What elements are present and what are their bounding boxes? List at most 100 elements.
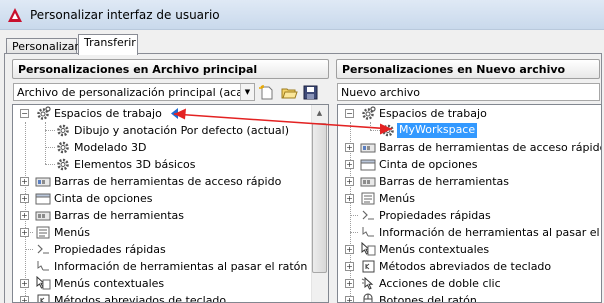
tree-node-label: Información de herramientas al pasar el … — [54, 260, 308, 273]
tree-node-informacion-herramientas[interactable]: Información de herramientas al pasar el … — [13, 258, 307, 275]
right-file-select-value: Nuevo archivo — [341, 86, 421, 99]
expand-icon[interactable]: + — [345, 245, 354, 254]
title-bar: Personalizar interfaz de usuario — [0, 0, 604, 30]
menu-icon — [361, 192, 375, 205]
left-tree[interactable]: − Espacios de trabajo Dibujo y anotación… — [12, 104, 329, 303]
tree-node-espacios-de-trabajo[interactable]: − Espacios de trabajo — [13, 105, 303, 122]
tree-node-label: Menús contextuales — [379, 243, 490, 256]
left-file-select[interactable]: Archivo de personalización principal (ac… — [13, 83, 255, 101]
rollover-icon — [37, 261, 49, 271]
open-file-icon[interactable] — [280, 84, 298, 101]
tab-bar: Personalizar Transferir — [0, 30, 604, 55]
quick-properties-icon — [362, 210, 374, 220]
chevron-down-icon[interactable]: ▼ — [240, 84, 254, 100]
tree-node-label: Menús contextuales — [54, 277, 165, 290]
tab-transferir[interactable]: Transferir — [78, 34, 138, 55]
shortcut-menu-icon — [361, 242, 376, 256]
autocad-logo-icon — [8, 8, 22, 22]
expand-icon[interactable]: + — [345, 296, 354, 302]
scroll-up-icon[interactable]: ▲ — [311, 105, 328, 122]
tree-node-barras-acceso-rapido[interactable]: + Barras de herramientas de acceso rápid… — [13, 173, 303, 190]
tree-node-metodos-abreviados[interactable]: + Métodos abreviados de teclado — [13, 292, 303, 303]
expand-icon[interactable]: + — [345, 262, 354, 271]
tree-node-workspace[interactable]: Dibujo y anotación Por defecto (actual) — [13, 122, 303, 139]
tree-node-barras-de-herramientas[interactable]: + Barras de herramientas — [13, 207, 303, 224]
tree-node-acciones-doble-clic[interactable]: + Acciones de doble clic — [338, 275, 601, 292]
mouse-buttons-icon — [363, 293, 373, 302]
tree-node-menus-contextuales[interactable]: + Menús contextuales — [13, 275, 303, 292]
tree-node-propiedades-rapidas[interactable]: Propiedades rápidas — [338, 207, 601, 224]
tree-node-label: Menús — [379, 192, 415, 205]
toolbar-icon — [360, 177, 376, 187]
tree-node-label: Información de herramientas al pasar el … — [379, 226, 601, 239]
expand-icon[interactable]: + — [20, 194, 29, 203]
tree-node-label: Barras de herramientas — [379, 175, 509, 188]
tree-node-label-selected: MyWorkspace — [397, 123, 478, 138]
tree-node-workspace[interactable]: Elementos 3D básicos — [13, 156, 303, 173]
expand-icon[interactable]: + — [20, 211, 29, 220]
tree-node-label: Botones del ratón — [379, 294, 477, 303]
save-icon[interactable] — [302, 84, 320, 101]
tree-node-barras-acceso-rapido[interactable]: + Barras de herramientas de acceso rápid… — [338, 139, 601, 156]
tree-node-label: Cinta de opciones — [379, 158, 478, 171]
tree-node-propiedades-rapidas[interactable]: Propiedades rápidas — [13, 241, 303, 258]
expand-icon[interactable]: + — [20, 177, 29, 186]
collapse-icon[interactable]: − — [20, 109, 29, 118]
expand-icon[interactable]: + — [345, 160, 354, 169]
tree-node-myworkspace[interactable]: MyWorkspace — [338, 122, 601, 139]
tree-node-label: Dibujo y anotación Por defecto (actual) — [74, 124, 289, 137]
gear-icon — [57, 158, 69, 171]
tree-node-workspace[interactable]: Modelado 3D — [13, 139, 303, 156]
tree-node-menus-contextuales[interactable]: + Menús contextuales — [338, 241, 601, 258]
tree-node-menus[interactable]: + Menús — [13, 224, 303, 241]
expand-icon[interactable]: + — [20, 279, 29, 288]
tree-node-cinta-de-opciones[interactable]: + Cinta de opciones — [338, 156, 601, 173]
tree-node-barras-de-herramientas[interactable]: + Barras de herramientas — [338, 173, 601, 190]
tree-node-espacios-de-trabajo[interactable]: − Espacios de trabajo — [338, 105, 601, 122]
gear-icon — [57, 124, 69, 137]
gear-icon — [57, 141, 69, 154]
toolbar-icon — [35, 211, 51, 221]
tree-node-metodos-abreviados[interactable]: + Métodos abreviados de teclado — [338, 258, 601, 275]
right-tree[interactable]: − Espacios de trabajo MyWorkspace + Barr… — [337, 104, 602, 303]
tree-node-label: Barras de herramientas — [54, 209, 184, 222]
tree-node-cinta-de-opciones[interactable]: + Cinta de opciones — [13, 190, 303, 207]
tree-node-label: Propiedades rápidas — [54, 243, 166, 256]
workspaces-icon — [37, 106, 51, 120]
tree-node-label: Barras de herramientas de acceso rápido — [54, 175, 282, 188]
tree-node-label: Modelado 3D — [74, 141, 147, 154]
window-title: Personalizar interfaz de usuario — [30, 8, 220, 22]
tree-node-label: Menús — [54, 226, 90, 239]
expand-icon[interactable]: + — [345, 194, 354, 203]
expand-icon[interactable]: + — [20, 296, 29, 302]
gear-icon — [382, 124, 394, 137]
tree-node-label: Propiedades rápidas — [379, 209, 491, 222]
tree-node-label: Espacios de trabajo — [379, 107, 487, 120]
tree-node-label: Elementos 3D básicos — [74, 158, 196, 171]
rollover-icon — [362, 227, 374, 237]
new-file-icon[interactable] — [258, 84, 276, 101]
expand-icon[interactable]: + — [345, 177, 354, 186]
left-panel-header: Personalizaciones en Archivo principal — [12, 59, 329, 79]
ribbon-icon — [360, 159, 376, 171]
toolbar-icon — [35, 177, 51, 187]
quick-properties-icon — [37, 244, 49, 254]
triangle-left-icon — [171, 108, 178, 119]
tree-node-botones-del-raton[interactable]: + Botones del ratón — [338, 292, 601, 303]
tree-node-informacion-herramientas[interactable]: Información de herramientas al pasar el … — [338, 224, 601, 241]
menu-icon — [36, 226, 50, 239]
expand-icon[interactable]: + — [345, 143, 354, 152]
keyboard-icon — [37, 294, 50, 302]
collapse-icon[interactable]: − — [345, 109, 354, 118]
tree-node-label: Cinta de opciones — [54, 192, 153, 205]
tree-node-label: Métodos abreviados de teclado — [379, 260, 552, 273]
tree-node-label: Métodos abreviados de teclado — [54, 294, 227, 303]
left-tree-scrollbar[interactable]: ▲ — [311, 105, 328, 302]
keyboard-icon — [362, 260, 375, 273]
scroll-thumb[interactable] — [312, 123, 327, 273]
tree-node-menus[interactable]: + Menús — [338, 190, 601, 207]
toolbar-icon — [360, 143, 376, 153]
right-file-select[interactable]: Nuevo archivo — [337, 83, 600, 101]
expand-icon[interactable]: + — [345, 279, 354, 288]
expand-icon[interactable]: + — [20, 228, 29, 237]
